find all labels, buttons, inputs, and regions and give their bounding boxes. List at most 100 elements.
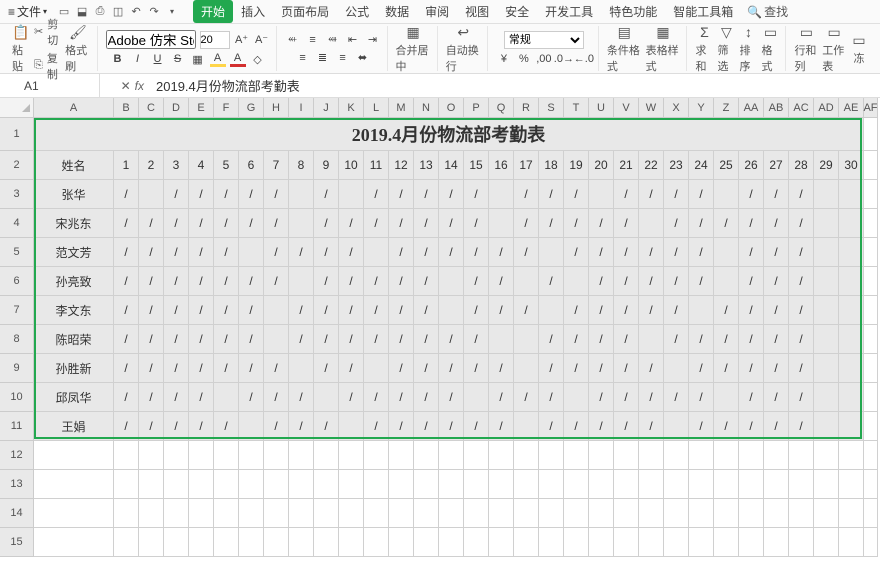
cell[interactable]: 邱凤华 xyxy=(34,383,114,412)
cell[interactable]: / xyxy=(739,296,764,325)
cell[interactable]: / xyxy=(789,325,814,354)
select-all-corner[interactable] xyxy=(0,98,34,118)
undo-icon[interactable]: ↶ xyxy=(129,5,143,19)
cell[interactable] xyxy=(439,441,464,470)
cell[interactable] xyxy=(114,441,139,470)
cell[interactable] xyxy=(689,441,714,470)
cell[interactable]: 4 xyxy=(189,151,214,180)
cell[interactable] xyxy=(214,528,239,557)
cell[interactable]: / xyxy=(139,412,164,441)
cell[interactable] xyxy=(864,412,878,441)
cell[interactable]: / xyxy=(539,180,564,209)
col-header[interactable]: J xyxy=(314,98,339,118)
indent-increase-icon[interactable]: ⇥ xyxy=(365,32,381,48)
cell[interactable]: / xyxy=(714,325,739,354)
cell[interactable] xyxy=(864,499,878,528)
cell[interactable]: 26 xyxy=(739,151,764,180)
cell[interactable]: / xyxy=(214,180,239,209)
align-middle-icon[interactable]: ≡ xyxy=(305,32,321,48)
cell[interactable]: 14 xyxy=(439,151,464,180)
cell[interactable]: / xyxy=(114,354,139,383)
cell[interactable] xyxy=(814,180,839,209)
cell[interactable]: / xyxy=(689,325,714,354)
sum-button[interactable]: Σ求和 xyxy=(695,23,713,74)
cell[interactable]: / xyxy=(264,267,289,296)
cell[interactable]: / xyxy=(364,209,389,238)
cell[interactable] xyxy=(839,238,864,267)
col-header[interactable]: K xyxy=(339,98,364,118)
cell[interactable]: / xyxy=(114,383,139,412)
cell[interactable]: / xyxy=(639,180,664,209)
cell[interactable]: / xyxy=(114,267,139,296)
cell[interactable]: / xyxy=(364,383,389,412)
cell[interactable]: / xyxy=(314,296,339,325)
cell[interactable] xyxy=(214,499,239,528)
cell[interactable]: / xyxy=(114,412,139,441)
cell[interactable]: / xyxy=(214,354,239,383)
cell[interactable] xyxy=(364,528,389,557)
cell[interactable]: 12 xyxy=(389,151,414,180)
cell[interactable]: / xyxy=(464,267,489,296)
cell[interactable]: / xyxy=(314,412,339,441)
cell[interactable] xyxy=(539,238,564,267)
cell[interactable]: / xyxy=(389,383,414,412)
cell[interactable]: / xyxy=(314,325,339,354)
cell[interactable]: / xyxy=(739,238,764,267)
cell[interactable] xyxy=(214,441,239,470)
cell[interactable]: / xyxy=(239,354,264,383)
cell[interactable] xyxy=(289,180,314,209)
cell[interactable]: / xyxy=(439,238,464,267)
tab-2[interactable]: 页面布局 xyxy=(273,0,337,23)
decrease-font-icon[interactable]: A⁻ xyxy=(254,32,270,48)
cell[interactable]: / xyxy=(739,267,764,296)
cell[interactable]: 6 xyxy=(239,151,264,180)
cell[interactable]: / xyxy=(514,209,539,238)
cell[interactable] xyxy=(414,528,439,557)
cell[interactable]: 19 xyxy=(564,151,589,180)
cell[interactable] xyxy=(264,470,289,499)
cell[interactable] xyxy=(364,238,389,267)
cell[interactable]: / xyxy=(439,180,464,209)
clear-format-button[interactable]: ◇ xyxy=(250,51,266,67)
cell[interactable]: / xyxy=(414,325,439,354)
cell[interactable]: / xyxy=(164,238,189,267)
cell[interactable] xyxy=(514,354,539,383)
cell[interactable] xyxy=(714,267,739,296)
cell[interactable]: / xyxy=(114,209,139,238)
cell[interactable]: / xyxy=(539,325,564,354)
cell[interactable] xyxy=(564,441,589,470)
col-header[interactable]: I xyxy=(289,98,314,118)
cell[interactable] xyxy=(514,528,539,557)
cell[interactable]: / xyxy=(164,296,189,325)
cell[interactable]: / xyxy=(564,325,589,354)
cell[interactable] xyxy=(864,209,878,238)
cell[interactable] xyxy=(514,267,539,296)
cell[interactable]: / xyxy=(189,383,214,412)
cell[interactable] xyxy=(589,528,614,557)
col-header[interactable]: W xyxy=(639,98,664,118)
cell[interactable] xyxy=(664,470,689,499)
cell[interactable]: / xyxy=(689,238,714,267)
row-header[interactable]: 7 xyxy=(0,296,34,325)
cell[interactable] xyxy=(639,470,664,499)
row-header[interactable]: 13 xyxy=(0,470,34,499)
cell[interactable]: / xyxy=(789,296,814,325)
cell[interactable] xyxy=(439,267,464,296)
font-name-select[interactable] xyxy=(106,30,196,49)
cell[interactable]: / xyxy=(139,296,164,325)
cell[interactable]: / xyxy=(439,383,464,412)
cell[interactable]: / xyxy=(314,180,339,209)
cell[interactable] xyxy=(439,470,464,499)
cell[interactable] xyxy=(864,238,878,267)
cell[interactable] xyxy=(464,528,489,557)
cell[interactable]: / xyxy=(214,238,239,267)
cell[interactable] xyxy=(739,528,764,557)
col-header[interactable]: R xyxy=(514,98,539,118)
tab-4[interactable]: 数据 xyxy=(377,0,417,23)
cell[interactable] xyxy=(364,470,389,499)
cell[interactable]: 29 xyxy=(814,151,839,180)
cell[interactable]: 1 xyxy=(114,151,139,180)
cell[interactable]: / xyxy=(189,354,214,383)
cell[interactable] xyxy=(364,499,389,528)
cell[interactable]: / xyxy=(189,267,214,296)
